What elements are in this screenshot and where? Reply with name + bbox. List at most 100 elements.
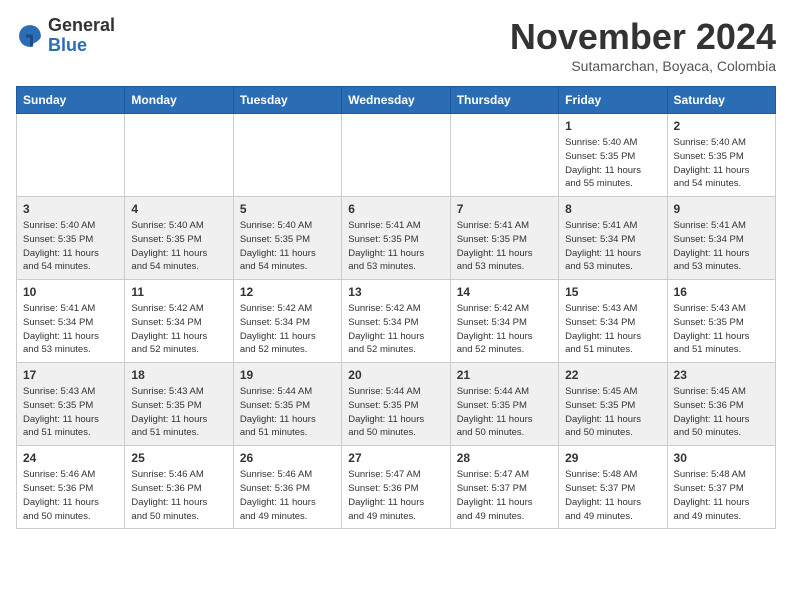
- day-info: Sunrise: 5:40 AM Sunset: 5:35 PM Dayligh…: [565, 136, 660, 191]
- calendar-week-row: 1 Sunrise: 5:40 AM Sunset: 5:35 PM Daylig…: [17, 114, 776, 197]
- title-block: November 2024 Sutamarchan, Boyaca, Colom…: [510, 16, 776, 74]
- day-number: 2: [674, 119, 769, 133]
- day-info: Sunrise: 5:41 AM Sunset: 5:35 PM Dayligh…: [457, 219, 552, 274]
- day-info: Sunrise: 5:44 AM Sunset: 5:35 PM Dayligh…: [457, 385, 552, 440]
- day-info: Sunrise: 5:43 AM Sunset: 5:35 PM Dayligh…: [674, 302, 769, 357]
- day-number: 16: [674, 285, 769, 299]
- day-info: Sunrise: 5:46 AM Sunset: 5:36 PM Dayligh…: [240, 468, 335, 523]
- day-info: Sunrise: 5:41 AM Sunset: 5:34 PM Dayligh…: [565, 219, 660, 274]
- calendar-cell: 23 Sunrise: 5:45 AM Sunset: 5:36 PM Dayli…: [667, 363, 775, 446]
- day-number: 8: [565, 202, 660, 216]
- calendar-table: SundayMondayTuesdayWednesdayThursdayFrid…: [16, 86, 776, 529]
- day-info: Sunrise: 5:40 AM Sunset: 5:35 PM Dayligh…: [23, 219, 118, 274]
- calendar-week-row: 24 Sunrise: 5:46 AM Sunset: 5:36 PM Dayli…: [17, 446, 776, 529]
- day-info: Sunrise: 5:46 AM Sunset: 5:36 PM Dayligh…: [131, 468, 226, 523]
- logo-blue: Blue: [48, 35, 87, 55]
- day-info: Sunrise: 5:42 AM Sunset: 5:34 PM Dayligh…: [131, 302, 226, 357]
- day-info: Sunrise: 5:48 AM Sunset: 5:37 PM Dayligh…: [674, 468, 769, 523]
- day-info: Sunrise: 5:42 AM Sunset: 5:34 PM Dayligh…: [457, 302, 552, 357]
- day-info: Sunrise: 5:43 AM Sunset: 5:35 PM Dayligh…: [131, 385, 226, 440]
- day-info: Sunrise: 5:46 AM Sunset: 5:36 PM Dayligh…: [23, 468, 118, 523]
- day-info: Sunrise: 5:45 AM Sunset: 5:36 PM Dayligh…: [674, 385, 769, 440]
- calendar-cell: [17, 114, 125, 197]
- calendar-week-row: 3 Sunrise: 5:40 AM Sunset: 5:35 PM Daylig…: [17, 197, 776, 280]
- day-info: Sunrise: 5:42 AM Sunset: 5:34 PM Dayligh…: [240, 302, 335, 357]
- day-number: 23: [674, 368, 769, 382]
- calendar-cell: 27Sunrise: 5:47 AM Sunset: 5:36 PM Dayli…: [342, 446, 450, 529]
- day-number: 10: [23, 285, 118, 299]
- calendar-body: 1 Sunrise: 5:40 AM Sunset: 5:35 PM Daylig…: [17, 114, 776, 529]
- day-info: Sunrise: 5:40 AM Sunset: 5:35 PM Dayligh…: [240, 219, 335, 274]
- day-number: 11: [131, 285, 226, 299]
- day-number: 15: [565, 285, 660, 299]
- day-number: 24: [23, 451, 118, 465]
- calendar-cell: 21 Sunrise: 5:44 AM Sunset: 5:35 PM Dayli…: [450, 363, 558, 446]
- calendar-cell: 26 Sunrise: 5:46 AM Sunset: 5:36 PM Dayli…: [233, 446, 341, 529]
- day-number: 14: [457, 285, 552, 299]
- day-info: Sunrise: 5:45 AM Sunset: 5:35 PM Dayligh…: [565, 385, 660, 440]
- calendar-cell: 28 Sunrise: 5:47 AM Sunset: 5:37 PM Dayli…: [450, 446, 558, 529]
- calendar-cell: 1 Sunrise: 5:40 AM Sunset: 5:35 PM Daylig…: [559, 114, 667, 197]
- day-number: 9: [674, 202, 769, 216]
- day-info: Sunrise: 5:44 AM Sunset: 5:35 PM Dayligh…: [348, 385, 443, 440]
- day-info: Sunrise: 5:48 AM Sunset: 5:37 PM Dayligh…: [565, 468, 660, 523]
- calendar-cell: 30 Sunrise: 5:48 AM Sunset: 5:37 PM Dayli…: [667, 446, 775, 529]
- day-info: Sunrise: 5:43 AM Sunset: 5:34 PM Dayligh…: [565, 302, 660, 357]
- day-number: 17: [23, 368, 118, 382]
- calendar-cell: 9 Sunrise: 5:41 AM Sunset: 5:34 PM Daylig…: [667, 197, 775, 280]
- weekday-row: SundayMondayTuesdayWednesdayThursdayFrid…: [17, 87, 776, 114]
- calendar-cell: 10Sunrise: 5:41 AM Sunset: 5:34 PM Dayli…: [17, 280, 125, 363]
- calendar-cell: 13Sunrise: 5:42 AM Sunset: 5:34 PM Dayli…: [342, 280, 450, 363]
- calendar-cell: 20 Sunrise: 5:44 AM Sunset: 5:35 PM Dayli…: [342, 363, 450, 446]
- day-info: Sunrise: 5:41 AM Sunset: 5:34 PM Dayligh…: [674, 219, 769, 274]
- weekday-header: Wednesday: [342, 87, 450, 114]
- calendar-cell: 17Sunrise: 5:43 AM Sunset: 5:35 PM Dayli…: [17, 363, 125, 446]
- day-number: 6: [348, 202, 443, 216]
- day-number: 1: [565, 119, 660, 133]
- calendar-cell: [342, 114, 450, 197]
- day-number: 28: [457, 451, 552, 465]
- page-header: General Blue November 2024 Sutamarchan, …: [16, 16, 776, 74]
- location: Sutamarchan, Boyaca, Colombia: [510, 58, 776, 74]
- day-number: 21: [457, 368, 552, 382]
- logo: General Blue: [16, 16, 115, 56]
- calendar-cell: 14 Sunrise: 5:42 AM Sunset: 5:34 PM Dayli…: [450, 280, 558, 363]
- calendar-cell: 19 Sunrise: 5:44 AM Sunset: 5:35 PM Dayli…: [233, 363, 341, 446]
- day-number: 7: [457, 202, 552, 216]
- day-number: 3: [23, 202, 118, 216]
- day-number: 22: [565, 368, 660, 382]
- calendar-cell: 16 Sunrise: 5:43 AM Sunset: 5:35 PM Dayli…: [667, 280, 775, 363]
- day-info: Sunrise: 5:44 AM Sunset: 5:35 PM Dayligh…: [240, 385, 335, 440]
- calendar-header: SundayMondayTuesdayWednesdayThursdayFrid…: [17, 87, 776, 114]
- calendar-cell: [233, 114, 341, 197]
- logo-general: General: [48, 15, 115, 35]
- day-info: Sunrise: 5:40 AM Sunset: 5:35 PM Dayligh…: [674, 136, 769, 191]
- weekday-header: Thursday: [450, 87, 558, 114]
- day-number: 12: [240, 285, 335, 299]
- day-number: 13: [348, 285, 443, 299]
- calendar-cell: 5Sunrise: 5:40 AM Sunset: 5:35 PM Daylig…: [233, 197, 341, 280]
- calendar-cell: 11 Sunrise: 5:42 AM Sunset: 5:34 PM Dayli…: [125, 280, 233, 363]
- calendar-cell: 7 Sunrise: 5:41 AM Sunset: 5:35 PM Daylig…: [450, 197, 558, 280]
- calendar-week-row: 17 Sunrise: 5:43 AM Sunset: 5:35 PM Dayli…: [17, 363, 776, 446]
- calendar-cell: 3 Sunrise: 5:40 AM Sunset: 5:35 PM Daylig…: [17, 197, 125, 280]
- weekday-header: Saturday: [667, 87, 775, 114]
- day-number: 18: [131, 368, 226, 382]
- month-title: November 2024: [510, 16, 776, 58]
- calendar-cell: 12 Sunrise: 5:42 AM Sunset: 5:34 PM Dayli…: [233, 280, 341, 363]
- day-number: 20: [348, 368, 443, 382]
- calendar-cell: [125, 114, 233, 197]
- day-info: Sunrise: 5:47 AM Sunset: 5:37 PM Dayligh…: [457, 468, 552, 523]
- day-number: 27: [348, 451, 443, 465]
- day-number: 26: [240, 451, 335, 465]
- calendar-cell: 18 Sunrise: 5:43 AM Sunset: 5:35 PM Dayli…: [125, 363, 233, 446]
- calendar-cell: 22 Sunrise: 5:45 AM Sunset: 5:35 PM Dayli…: [559, 363, 667, 446]
- day-number: 19: [240, 368, 335, 382]
- calendar-week-row: 10Sunrise: 5:41 AM Sunset: 5:34 PM Dayli…: [17, 280, 776, 363]
- day-number: 30: [674, 451, 769, 465]
- calendar-cell: 15 Sunrise: 5:43 AM Sunset: 5:34 PM Dayli…: [559, 280, 667, 363]
- calendar-cell: [450, 114, 558, 197]
- day-info: Sunrise: 5:41 AM Sunset: 5:35 PM Dayligh…: [348, 219, 443, 274]
- day-number: 29: [565, 451, 660, 465]
- weekday-header: Friday: [559, 87, 667, 114]
